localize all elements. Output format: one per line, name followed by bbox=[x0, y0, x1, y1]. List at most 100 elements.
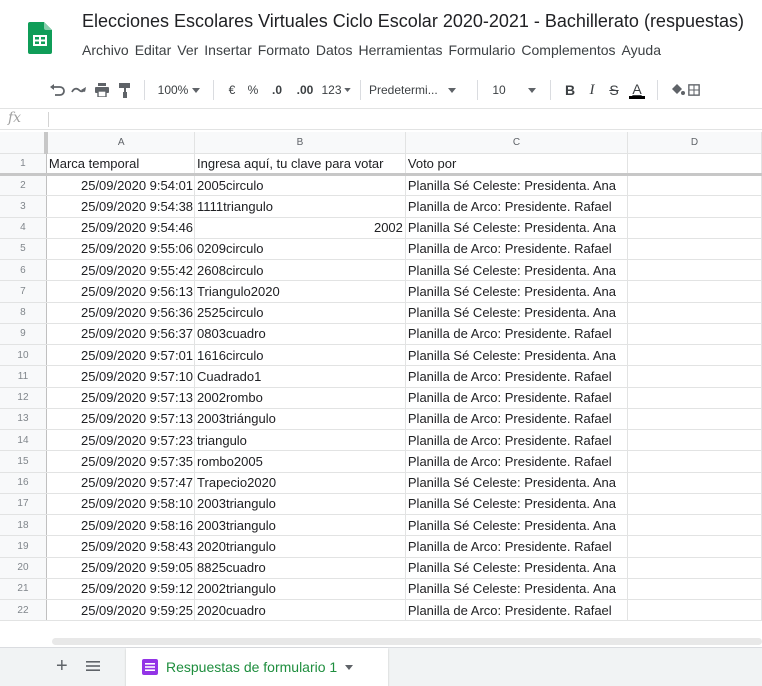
plus-icon[interactable]: + bbox=[56, 656, 68, 676]
cell[interactable]: 2002rombo bbox=[194, 387, 406, 409]
cell[interactable]: 2005circulo bbox=[194, 174, 406, 197]
cell[interactable]: Planilla de Arco: Presidente. Rafael bbox=[405, 365, 628, 388]
menu-formulario[interactable]: Formulario bbox=[448, 42, 515, 62]
cell[interactable]: 1616circulo bbox=[194, 344, 406, 367]
row-header[interactable]: 2 bbox=[0, 174, 47, 197]
cell[interactable]: Marca temporal bbox=[46, 153, 196, 177]
cell[interactable]: 25/09/2020 9:54:01 bbox=[46, 174, 196, 197]
cell[interactable]: Cuadrado1 bbox=[194, 365, 406, 388]
cell[interactable] bbox=[627, 557, 762, 579]
cell[interactable]: 2002 bbox=[194, 217, 406, 239]
increase-decimals-button[interactable]: .00 bbox=[290, 78, 320, 102]
row-header[interactable]: 7 bbox=[0, 280, 47, 303]
cell[interactable]: 2002triangulo bbox=[194, 578, 406, 601]
google-sheets-logo[interactable] bbox=[28, 22, 52, 54]
document-title[interactable]: Elecciones Escolares Virtuales Ciclo Esc… bbox=[82, 11, 744, 32]
row-header[interactable]: 16 bbox=[0, 472, 47, 494]
cell[interactable]: Planilla Sé Celeste: Presidenta. Ana bbox=[405, 174, 628, 197]
cell[interactable] bbox=[627, 195, 762, 218]
list-icon[interactable] bbox=[86, 660, 100, 672]
cell[interactable]: Planilla Sé Celeste: Presidenta. Ana bbox=[405, 557, 628, 579]
cell[interactable]: Planilla Sé Celeste: Presidenta. Ana bbox=[405, 493, 628, 516]
cell[interactable]: Voto por bbox=[405, 153, 628, 177]
cell[interactable]: Planilla de Arco: Presidente. Rafael bbox=[405, 323, 628, 346]
cell[interactable]: 25/09/2020 9:57:13 bbox=[46, 408, 196, 431]
cell[interactable]: 2020cuadro bbox=[194, 599, 406, 622]
cell[interactable]: Planilla Sé Celeste: Presidenta. Ana bbox=[405, 217, 628, 239]
row-header[interactable]: 20 bbox=[0, 557, 47, 579]
cell[interactable]: 2003triángulo bbox=[194, 408, 406, 431]
horizontal-scrollbar[interactable] bbox=[52, 638, 762, 645]
row-header[interactable]: 3 bbox=[0, 195, 47, 218]
menu-ayuda[interactable]: Ayuda bbox=[622, 42, 661, 62]
more-formats-button[interactable]: 123 bbox=[320, 78, 352, 102]
cell[interactable]: 25/09/2020 9:58:16 bbox=[46, 514, 196, 537]
row-header[interactable]: 1 bbox=[0, 153, 47, 177]
paint-format-icon[interactable] bbox=[114, 78, 136, 102]
cell[interactable] bbox=[627, 302, 762, 324]
cell[interactable]: Trapecio2020 bbox=[194, 472, 406, 494]
row-header[interactable]: 14 bbox=[0, 429, 47, 452]
cell[interactable]: 2020triangulo bbox=[194, 535, 406, 558]
cell[interactable] bbox=[627, 472, 762, 494]
select-all-corner[interactable] bbox=[0, 132, 49, 154]
row-header[interactable]: 8 bbox=[0, 302, 47, 324]
menu-ver[interactable]: Ver bbox=[177, 42, 198, 62]
cell[interactable]: Planilla Sé Celeste: Presidenta. Ana bbox=[405, 259, 628, 282]
column-header-b[interactable]: B bbox=[194, 132, 406, 154]
cell[interactable]: Planilla Sé Celeste: Presidenta. Ana bbox=[405, 302, 628, 324]
row-header[interactable]: 11 bbox=[0, 365, 47, 388]
cell[interactable] bbox=[627, 578, 762, 601]
cell[interactable] bbox=[627, 344, 762, 367]
cell[interactable]: 8825cuadro bbox=[194, 557, 406, 579]
menu-insertar[interactable]: Insertar bbox=[204, 42, 251, 62]
caret-down-icon[interactable] bbox=[345, 664, 354, 670]
cell[interactable] bbox=[627, 259, 762, 282]
row-header[interactable]: 12 bbox=[0, 387, 47, 409]
zoom-select[interactable]: 100% bbox=[153, 78, 205, 102]
cell[interactable]: 25/09/2020 9:57:10 bbox=[46, 365, 196, 388]
cell[interactable]: 0209circulo bbox=[194, 238, 406, 261]
print-icon[interactable] bbox=[90, 78, 114, 102]
column-header-d[interactable]: D bbox=[627, 132, 762, 154]
bold-button[interactable]: B bbox=[559, 78, 581, 102]
cell[interactable]: Planilla Sé Celeste: Presidenta. Ana bbox=[405, 280, 628, 303]
cell[interactable]: 2003triangulo bbox=[194, 493, 406, 516]
cell[interactable]: 1111triangulo bbox=[194, 195, 406, 218]
cell[interactable]: 25/09/2020 9:57:13 bbox=[46, 387, 196, 409]
font-size-select[interactable]: 10 bbox=[486, 78, 542, 102]
cell[interactable]: Planilla de Arco: Presidente. Rafael bbox=[405, 535, 628, 558]
cell[interactable]: 25/09/2020 9:55:42 bbox=[46, 259, 196, 282]
cell[interactable]: 25/09/2020 9:54:38 bbox=[46, 195, 196, 218]
cell[interactable]: Planilla Sé Celeste: Presidenta. Ana bbox=[405, 472, 628, 494]
cell[interactable]: 25/09/2020 9:56:37 bbox=[46, 323, 196, 346]
cell[interactable]: 25/09/2020 9:57:47 bbox=[46, 472, 196, 494]
cell[interactable] bbox=[627, 429, 762, 452]
cell[interactable]: 25/09/2020 9:59:05 bbox=[46, 557, 196, 579]
row-header[interactable]: 13 bbox=[0, 408, 47, 431]
cell[interactable] bbox=[627, 174, 762, 197]
cell[interactable]: 25/09/2020 9:57:35 bbox=[46, 450, 196, 473]
cell[interactable]: 2525circulo bbox=[194, 302, 406, 324]
borders-icon[interactable] bbox=[688, 78, 700, 102]
italic-button[interactable]: I bbox=[581, 78, 603, 102]
cell[interactable]: triangulo bbox=[194, 429, 406, 452]
cell[interactable] bbox=[627, 535, 762, 558]
cell[interactable]: 25/09/2020 9:54:46 bbox=[46, 217, 196, 239]
cell[interactable]: 25/09/2020 9:57:01 bbox=[46, 344, 196, 367]
cell[interactable]: 25/09/2020 9:56:13 bbox=[46, 280, 196, 303]
cell[interactable]: Planilla de Arco: Presidente. Rafael bbox=[405, 387, 628, 409]
cell[interactable]: Planilla de Arco: Presidente. Rafael bbox=[405, 450, 628, 473]
cell[interactable] bbox=[627, 323, 762, 346]
row-header[interactable]: 6 bbox=[0, 259, 47, 282]
row-header[interactable]: 21 bbox=[0, 578, 47, 601]
row-header[interactable]: 5 bbox=[0, 238, 47, 261]
currency-format-button[interactable]: € bbox=[222, 78, 242, 102]
row-header[interactable]: 9 bbox=[0, 323, 47, 346]
menu-formato[interactable]: Formato bbox=[258, 42, 310, 62]
row-header[interactable]: 10 bbox=[0, 344, 47, 367]
cell[interactable] bbox=[627, 599, 762, 622]
cell[interactable] bbox=[627, 408, 762, 431]
cell[interactable]: 0803cuadro bbox=[194, 323, 406, 346]
row-header[interactable]: 18 bbox=[0, 514, 47, 537]
